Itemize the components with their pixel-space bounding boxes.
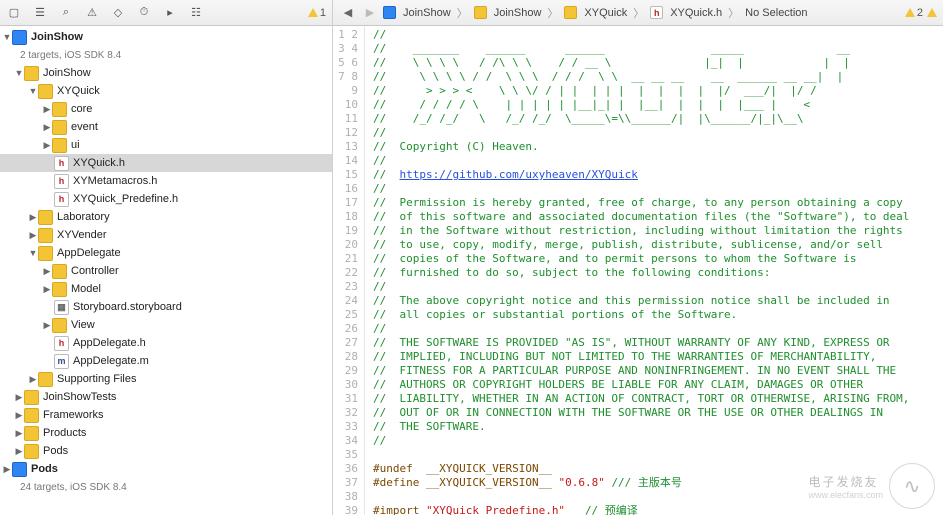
group-view[interactable]: ▶View	[0, 316, 332, 334]
navigator-sidebar: ▢ ☰ ⌕ ⚠ ◇ ⏱ ▸ ☷ 1 ▼JoinShow 2 targets, i…	[0, 0, 333, 515]
code-editor[interactable]: 1 2 3 4 5 6 7 8 9 10 11 12 13 14 15 16 1…	[333, 26, 943, 515]
file-xyquick-predefine-h[interactable]: hXYQuick_Predefine.h	[0, 190, 332, 208]
crumb-project[interactable]: JoinShow	[383, 6, 451, 19]
watermark-icon: ∿	[889, 463, 935, 509]
navigator-toolbar: ▢ ☰ ⌕ ⚠ ◇ ⏱ ▸ ☷ 1	[0, 0, 332, 26]
project-sub: 2 targets, iOS SDK 8.4	[0, 46, 332, 64]
jumpbar-warn-badge[interactable]: 2	[905, 7, 923, 19]
issue-nav-icon[interactable]: ⚠	[84, 5, 100, 21]
jumpbar-warn-badge2[interactable]	[927, 8, 937, 17]
report-nav-icon[interactable]: ☷	[188, 5, 204, 21]
crumb-selection[interactable]: No Selection	[745, 7, 807, 19]
group-supporting-files[interactable]: ▶Supporting Files	[0, 370, 332, 388]
breakpoint-nav-icon[interactable]: ▸	[162, 5, 178, 21]
group-controller[interactable]: ▶Controller	[0, 262, 332, 280]
folder-nav-icon[interactable]: ▢	[6, 5, 22, 21]
group-event[interactable]: ▶event	[0, 118, 332, 136]
forward-button[interactable]: ▶	[361, 6, 379, 19]
sidebar-warning-badge[interactable]: 1	[308, 7, 326, 19]
project-root[interactable]: ▼JoinShow	[0, 28, 332, 46]
pods-project-root[interactable]: ▶Pods	[0, 460, 332, 478]
test-nav-icon[interactable]: ◇	[110, 5, 126, 21]
line-gutter: 1 2 3 4 5 6 7 8 9 10 11 12 13 14 15 16 1…	[333, 26, 365, 515]
group-products[interactable]: ▶Products	[0, 424, 332, 442]
group-xyvender[interactable]: ▶XYVender	[0, 226, 332, 244]
file-appdelegate-m[interactable]: mAppDelegate.m	[0, 352, 332, 370]
debug-nav-icon[interactable]: ⏱	[136, 5, 152, 21]
watermark: 电子发烧友 www.elecfans.com ∿	[808, 463, 935, 509]
group-frameworks[interactable]: ▶Frameworks	[0, 406, 332, 424]
jump-bar[interactable]: ◀ ▶ JoinShow〉 JoinShow〉 XYQuick〉 hXYQuic…	[333, 0, 943, 26]
group-appdelegate[interactable]: ▼AppDelegate	[0, 244, 332, 262]
crumb-group1[interactable]: JoinShow	[474, 6, 542, 19]
group-model[interactable]: ▶Model	[0, 280, 332, 298]
group-laboratory[interactable]: ▶Laboratory	[0, 208, 332, 226]
pods-project-sub: 24 targets, iOS SDK 8.4	[0, 478, 332, 496]
file-xyquick-h[interactable]: hXYQuick.h	[0, 154, 332, 172]
symbol-nav-icon[interactable]: ☰	[32, 5, 48, 21]
back-button[interactable]: ◀	[339, 6, 357, 19]
editor-area: ◀ ▶ JoinShow〉 JoinShow〉 XYQuick〉 hXYQuic…	[333, 0, 943, 515]
crumb-file[interactable]: hXYQuick.h	[650, 6, 722, 19]
group-ui[interactable]: ▶ui	[0, 136, 332, 154]
search-nav-icon[interactable]: ⌕	[58, 5, 74, 21]
project-tree[interactable]: ▼JoinShow 2 targets, iOS SDK 8.4 ▼JoinSh…	[0, 26, 332, 515]
group-core[interactable]: ▶core	[0, 100, 332, 118]
group-xyquick[interactable]: ▼XYQuick	[0, 82, 332, 100]
file-storyboard[interactable]: ▦Storyboard.storyboard	[0, 298, 332, 316]
group-pods[interactable]: ▶Pods	[0, 442, 332, 460]
code-content[interactable]: // // _______ ______ ______ _____ __ // …	[365, 26, 943, 515]
group-joinshow[interactable]: ▼JoinShow	[0, 64, 332, 82]
file-appdelegate-h[interactable]: hAppDelegate.h	[0, 334, 332, 352]
group-joinshowtests[interactable]: ▶JoinShowTests	[0, 388, 332, 406]
crumb-group2[interactable]: XYQuick	[564, 6, 627, 19]
file-xymetamacros-h[interactable]: hXYMetamacros.h	[0, 172, 332, 190]
